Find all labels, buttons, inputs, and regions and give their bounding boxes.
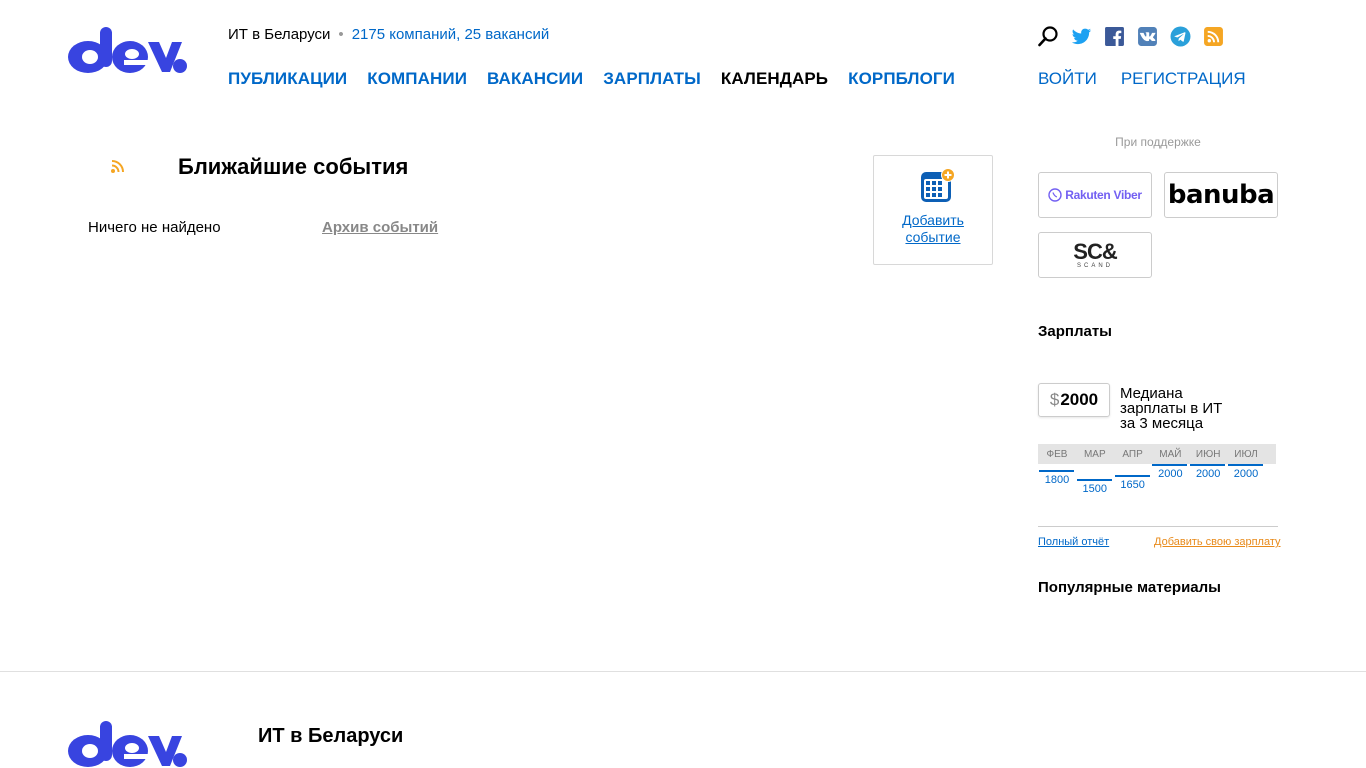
sponsor-viber-label: Rakuten Viber	[1065, 188, 1142, 202]
month-label: АПР	[1122, 449, 1143, 460]
salary-level-line	[1228, 464, 1263, 466]
dev-logo-icon	[68, 721, 187, 767]
login-link[interactable]: ВОЙТИ	[1038, 69, 1097, 89]
salary-level-line	[1076, 479, 1112, 481]
events-rss-icon[interactable]	[110, 158, 126, 174]
salary-level-line	[1114, 474, 1150, 477]
salary-month-value: 1500	[1082, 483, 1108, 495]
salary-month-value: 1800	[1044, 474, 1070, 486]
median-salary-value: 2000	[1060, 390, 1099, 409]
vk-icon[interactable]	[1137, 26, 1158, 47]
facebook-icon[interactable]	[1104, 26, 1125, 47]
add-event-card[interactable]: Добавить событие	[873, 155, 993, 265]
footer-divider	[0, 671, 1366, 672]
nav-vacancies[interactable]: ВАКАНСИИ	[487, 69, 583, 89]
median-salary-description: Медиана зарплаты в ИТ за 3 месяца	[1120, 385, 1223, 432]
month-label: ИЮЛ	[1234, 449, 1258, 460]
salary-month-value: 2000	[1233, 468, 1259, 480]
telegram-icon[interactable]	[1170, 26, 1191, 47]
salary-divider	[1038, 526, 1278, 527]
twitter-icon[interactable]	[1071, 26, 1092, 47]
calendar-add-icon	[919, 168, 957, 204]
main-nav: ПУБЛИКАЦИИ КОМПАНИИ ВАКАНСИИ ЗАРПЛАТЫ КА…	[228, 69, 955, 89]
add-salary-link[interactable]: Добавить свою зарплату	[1154, 536, 1281, 548]
company-stats-link[interactable]: 2175 компаний, 25 вакансий	[352, 26, 550, 43]
sponsor-scand[interactable]: SC& SCAND	[1038, 232, 1152, 278]
sponsor-banuba-label: banuba	[1167, 180, 1275, 210]
footer-logo[interactable]	[66, 718, 190, 768]
month-label: МАЙ	[1159, 449, 1182, 460]
support-label: При поддержке	[1115, 135, 1201, 149]
salary-level-line	[1152, 464, 1188, 466]
median-salary-box: $2000	[1038, 383, 1110, 417]
dev-logo-icon	[68, 27, 187, 73]
events-archive-link[interactable]: Архив событий	[322, 219, 438, 236]
empty-state-text: Ничего не найдено	[88, 219, 221, 236]
salary-month-value: 2000	[1195, 468, 1221, 480]
nav-publications[interactable]: ПУБЛИКАЦИИ	[228, 69, 347, 89]
search-icon[interactable]	[1038, 26, 1059, 47]
salary-month-value: 2000	[1158, 468, 1183, 480]
salary-month-value: 1650	[1120, 478, 1145, 491]
month-label: ИЮН	[1195, 449, 1221, 460]
sponsor-scand-label: SC&	[1073, 239, 1117, 264]
month-label: МАР	[1083, 449, 1106, 460]
nav-salaries[interactable]: ЗАРПЛАТЫ	[603, 69, 701, 89]
auth-links: ВОЙТИ РЕГИСТРАЦИЯ	[1038, 69, 1246, 89]
tagline-text: ИТ в Беларуси	[228, 26, 331, 43]
footer-title: ИТ в Беларуси	[258, 725, 404, 747]
salaries-title: Зарплаты	[1038, 323, 1112, 340]
salary-level-line	[1190, 464, 1226, 466]
salary-level-line	[1039, 470, 1074, 472]
separator-dot: •	[338, 26, 344, 43]
month-label: ФЕВ	[1046, 449, 1068, 460]
nav-companies[interactable]: КОМПАНИИ	[367, 69, 467, 89]
sponsor-banuba[interactable]: banuba	[1164, 172, 1278, 218]
nav-calendar[interactable]: КАЛЕНДАРЬ	[721, 69, 828, 89]
viber-icon	[1048, 188, 1062, 202]
site-logo[interactable]	[66, 24, 190, 76]
register-link[interactable]: РЕГИСТРАЦИЯ	[1121, 69, 1246, 89]
sponsor-viber[interactable]: Rakuten Viber	[1038, 172, 1152, 218]
rss-icon[interactable]	[1203, 26, 1224, 47]
social-icons	[1038, 26, 1224, 47]
header-tagline: ИТ в Беларуси • 2175 компаний, 25 вакансий	[228, 26, 549, 43]
events-title: Ближайшие события	[178, 154, 409, 179]
full-report-link[interactable]: Полный отчёт	[1038, 536, 1109, 548]
currency-symbol: $	[1049, 390, 1060, 409]
nav-corpblogs[interactable]: КОРПБЛОГИ	[848, 69, 955, 89]
popular-title: Популярные материалы	[1038, 579, 1221, 596]
sponsor-scand-subtext: SCAND	[1076, 263, 1113, 269]
add-event-link[interactable]: Добавить событие	[874, 212, 992, 246]
